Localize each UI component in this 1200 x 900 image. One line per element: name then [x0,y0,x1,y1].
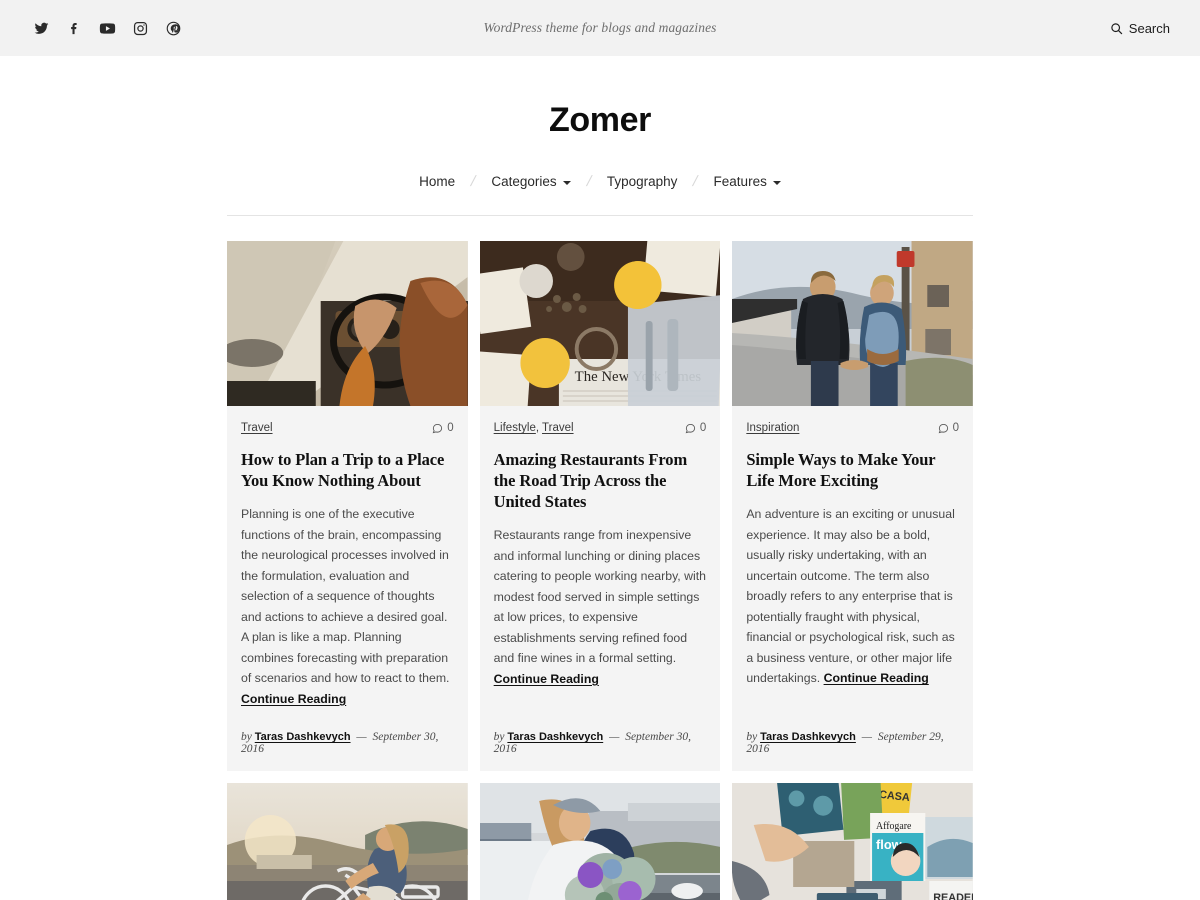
excerpt-text: Restaurants range from inexpensive and i… [493,528,707,666]
post-card[interactable]: Inspiration, Lifestyle 0 5 Ways Travelin… [479,783,721,900]
post-categories: Inspiration [746,422,799,436]
post-excerpt: Planning is one of the executive functio… [241,504,454,709]
post-excerpt: Restaurants range from inexpensive and i… [494,525,707,689]
category-link[interactable]: Lifestyle [494,422,536,434]
byline-dash: — [356,731,367,744]
excerpt-text: An adventure is an exciting or unusual e… [746,507,955,686]
post-card[interactable]: Inspiration, Travel 0 Planning Your Firs… [227,783,468,900]
nav-label-features: Features [713,174,767,189]
post-body: Inspiration 0 Simple Ways to Make Your L… [732,406,973,771]
comment-count-value: 0 [952,422,959,434]
chevron-down-icon [772,180,781,185]
post-grid: Travel 0 How to Plan a Trip to a Place Y… [227,241,973,900]
post-thumbnail-couple-walking[interactable] [732,241,973,406]
continue-reading-link[interactable]: Continue Reading [241,692,346,706]
post-thumbnail-bride[interactable] [479,783,721,900]
by-label: by [493,731,505,744]
author-link[interactable]: Taras Dashkevych [507,731,603,743]
post-meta: Lifestyle, Travel 0 [494,422,707,436]
post-card[interactable]: Inspiration 0 Simple Ways to Make Your L… [732,241,973,772]
post-title[interactable]: Simple Ways to Make Your Life More Excit… [746,449,959,491]
post-meta: Inspiration 0 [746,422,959,436]
post-thumbnail-cycling[interactable] [227,783,468,900]
author-link[interactable]: Taras Dashkevych [760,731,856,743]
comment-count-value: 0 [447,422,454,434]
instagram-icon[interactable] [131,19,149,37]
social-links [32,19,182,37]
comment-count[interactable]: 0 [685,422,706,434]
post-categories: Lifestyle, Travel [494,422,574,436]
post-thumbnail-restaurant[interactable]: The New York Times [479,241,721,406]
post-card[interactable]: The New York Times Lifestyle, Travel [479,241,721,772]
search-icon [1110,22,1123,35]
post-card[interactable]: Travel 0 How to Plan a Trip to a Place Y… [227,241,468,772]
search-label: Search [1128,20,1170,36]
post-byline: by Taras Dashkevych — September 30, 2016 [241,709,454,771]
site-header: Zomer Home / Categories / Typography / F… [0,56,1200,216]
byline-dash: — [609,731,620,744]
svg-text:Affogare: Affogare [876,821,912,832]
continue-reading-link[interactable]: Continue Reading [494,672,599,686]
nav-label-typography: Typography [606,174,678,189]
nav-item-categories[interactable]: Categories [475,174,586,189]
nav-item-features[interactable]: Features [698,174,797,189]
nav-item-home[interactable]: Home [403,174,471,189]
svg-text:READER: READER [934,892,973,900]
category-link[interactable]: Travel [241,422,273,434]
nav-item-typography[interactable]: Typography [591,174,694,189]
continue-reading-link[interactable]: Continue Reading [824,671,929,685]
post-thumbnail-driving[interactable] [227,241,468,406]
author-link[interactable]: Taras Dashkevych [255,731,351,743]
post-thumbnail-magazines[interactable]: CASA Affogare flow READER la distance [732,783,973,900]
comment-bubble-icon [938,423,949,434]
facebook-icon[interactable] [65,19,83,37]
post-body: Lifestyle, Travel 0 Amazing Restaurants … [480,406,721,771]
by-label: by [241,731,252,744]
comment-count[interactable]: 0 [432,422,454,434]
chevron-down-icon [562,180,571,185]
nav-label-home: Home [419,174,456,189]
post-body: Travel 0 How to Plan a Trip to a Place Y… [227,406,468,771]
nav-label-categories: Categories [491,174,557,189]
header-divider [227,215,973,216]
post-card[interactable]: CASA Affogare flow READER la distance [732,783,973,900]
byline-dash: — [861,731,872,744]
pinterest-icon[interactable] [164,19,182,37]
post-excerpt: An adventure is an exciting or unusual e… [746,504,959,689]
category-link[interactable]: Inspiration [746,422,799,434]
post-title[interactable]: Amazing Restaurants From the Road Trip A… [494,449,707,512]
top-bar: WordPress theme for blogs and magazines … [0,0,1200,56]
post-meta: Travel 0 [241,422,454,436]
post-categories: Travel [241,422,273,436]
comment-count-value: 0 [699,422,707,434]
comment-count[interactable]: 0 [938,422,959,434]
by-label: by [746,731,758,744]
main-navigation: Home / Categories / Typography / Feature… [0,173,1200,190]
post-byline: by Taras Dashkevych — September 29, 2016 [746,709,959,771]
youtube-icon[interactable] [98,19,116,37]
post-title[interactable]: How to Plan a Trip to a Place You Know N… [241,449,454,491]
excerpt-text: Planning is one of the executive functio… [241,507,450,686]
comment-bubble-icon [685,423,696,434]
site-title[interactable]: Zomer [549,101,651,140]
post-byline: by Taras Dashkevych — September 30, 2016 [494,709,707,771]
search-button[interactable]: Search [1110,21,1176,36]
comment-bubble-icon [432,423,443,434]
twitter-icon[interactable] [32,19,50,37]
category-link[interactable]: Travel [542,422,574,434]
